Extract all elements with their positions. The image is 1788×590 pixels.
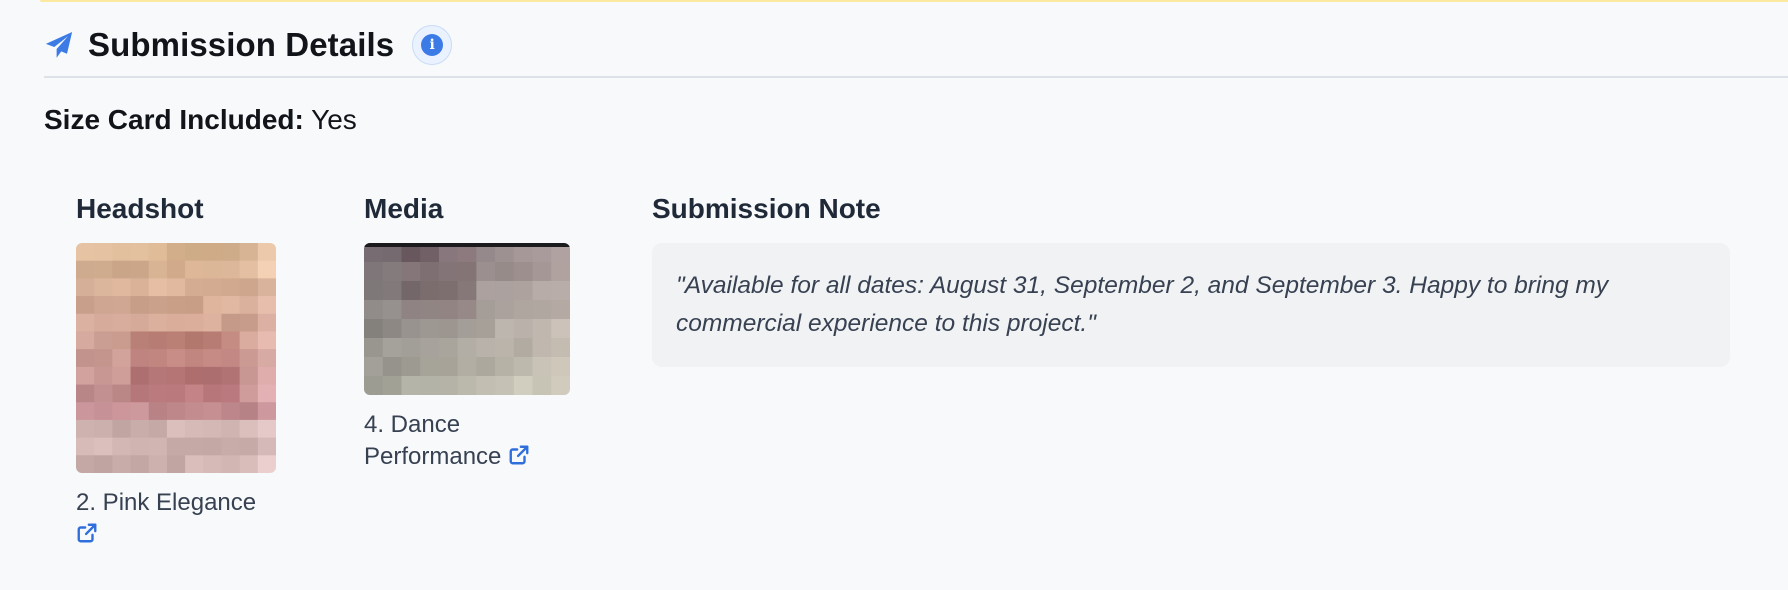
external-link-icon[interactable] bbox=[508, 443, 530, 475]
submission-note-text: "Available for all dates: August 31, Sep… bbox=[652, 243, 1730, 367]
media-thumbnail[interactable] bbox=[364, 243, 570, 395]
media-section: Media 4. Dance Performance bbox=[364, 193, 604, 475]
paper-plane-icon bbox=[44, 30, 74, 60]
size-card-value: Yes bbox=[311, 104, 357, 135]
headshot-heading: Headshot bbox=[76, 193, 204, 224]
headshot-section: Headshot 2. Pink Elegance bbox=[76, 193, 296, 553]
top-accent-border bbox=[40, 0, 1788, 2]
headshot-name: 2. Pink Elegance bbox=[76, 489, 257, 516]
headshot-image[interactable] bbox=[76, 243, 276, 473]
info-icon: i bbox=[421, 34, 444, 56]
header-divider bbox=[44, 76, 1788, 78]
media-heading: Media bbox=[364, 193, 444, 224]
section-header: Submission Details i bbox=[44, 20, 453, 70]
size-card-row: Size Card Included: Yes bbox=[44, 104, 357, 136]
media-title: 4. Dance Performance bbox=[364, 411, 502, 470]
submission-note-section: Submission Note "Available for all dates… bbox=[652, 193, 1730, 367]
media-caption: 4. Dance Performance bbox=[364, 409, 604, 475]
submission-note-heading: Submission Note bbox=[652, 193, 881, 224]
info-button[interactable]: i bbox=[412, 25, 453, 65]
external-link-icon[interactable] bbox=[76, 521, 98, 553]
page-title: Submission Details bbox=[88, 26, 395, 63]
size-card-label: Size Card Included: bbox=[44, 104, 304, 135]
headshot-caption: 2. Pink Elegance bbox=[76, 487, 296, 553]
